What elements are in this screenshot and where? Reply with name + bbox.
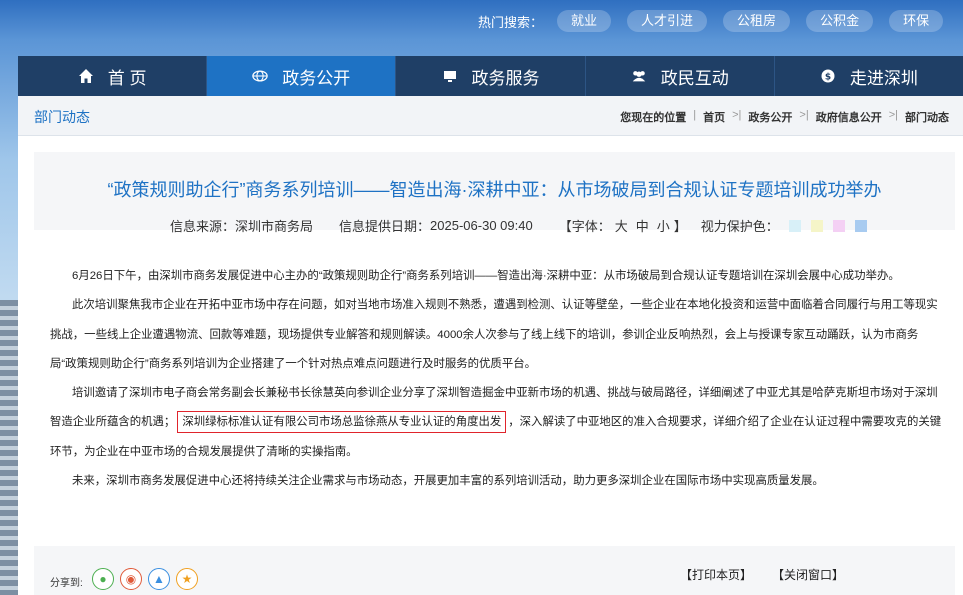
favorite-icon[interactable]: ★ (176, 568, 198, 590)
font-size-large[interactable]: 大 (615, 216, 628, 235)
article-body: 6月26日下午，由深圳市商务发展促进中心主办的“政策规则助企行”商务系列培训——… (50, 262, 942, 496)
source-value: 深圳市商务局 (235, 219, 314, 234)
qq-icon[interactable]: ▲ (148, 568, 170, 590)
weibo-icon[interactable]: ◉ (120, 568, 142, 590)
hot-search-label: 热门搜索： (478, 14, 544, 30)
date-value: 2025-06-30 09:40 (430, 218, 533, 233)
breadcrumb-dept-news[interactable]: 部门动态 (905, 109, 949, 125)
nav-label-gov-service: 政务服务 (471, 68, 540, 88)
breadcrumb-prefix: 您现在的位置 (620, 112, 687, 124)
article-header: “政策规则助企行”商务系列培训——智造出海·深耕中亚：从市场破局到合规认证专题培… (34, 152, 955, 234)
breadcrumb: 您现在的位置 | 首页 >| 政务公开 >| 政府信息公开 >| 部门动态 (620, 109, 949, 125)
print-links: 【打印本页】 【关闭窗口】 (680, 566, 844, 583)
article-container: “政策规则助企行”商务系列培训——智造出海·深耕中亚：从市场破局到合规认证专题培… (18, 136, 963, 595)
paragraph-4: 未来，深圳市商务发展促进中心还将持续关注企业需求与市场动态，开展更加丰富的系列培… (72, 475, 824, 488)
article-footer: 分享到: ● ◉ ▲ ★ 【打印本页】 【关闭窗口】 (34, 546, 955, 595)
info-icon: $ (820, 68, 836, 84)
font-size-small[interactable]: 小 (657, 216, 670, 235)
font-size-label: 【字体： (558, 219, 611, 234)
eye-protect-label: 视力保护色： (700, 219, 779, 234)
source-label: 信息来源： (170, 219, 236, 234)
svg-text:$: $ (825, 73, 831, 83)
highlighted-text: 深圳绿标标准认证有限公司市场总监徐燕从专业认证的角度出发 (177, 411, 507, 434)
section-title: 部门动态 (34, 109, 90, 125)
nav-item-gov-open[interactable]: 政务公开 (207, 56, 397, 96)
breadcrumb-bar: 部门动态 您现在的位置 | 首页 >| 政务公开 >| 政府信息公开 >| 部门… (18, 96, 963, 136)
font-size-close: 】 (673, 219, 687, 234)
eye-color-blue[interactable] (854, 219, 867, 232)
article-title: “政策规则助企行”商务系列培训——智造出海·深耕中亚：从市场破局到合规认证专题培… (107, 180, 882, 200)
decorative-building-left (0, 300, 20, 595)
home-icon (78, 68, 94, 84)
hot-tag-huanbao[interactable]: 环保 (889, 10, 944, 32)
date-label: 信息提供日期： (339, 219, 431, 234)
eye-color-cyan[interactable] (788, 219, 801, 232)
font-size-medium[interactable]: 中 (636, 216, 649, 235)
people-icon (631, 68, 647, 84)
nav-item-gov-service[interactable]: 政务服务 (396, 56, 586, 96)
article-meta: 信息来源： 深圳市商务局 信息提供日期： 2025-06-30 09:40 【字… (170, 216, 867, 235)
close-window-link[interactable]: 【关闭窗口】 (772, 566, 844, 583)
eye-color-yellow[interactable] (810, 219, 823, 232)
nav-label-shenzhen: 走进深圳 (849, 68, 918, 88)
nav-label-interaction: 政民互动 (660, 68, 729, 88)
hot-tag-gongzufang[interactable]: 公租房 (723, 10, 791, 32)
breadcrumb-gov-open[interactable]: 政务公开 (748, 109, 792, 125)
nav-label-home: 首 页 (107, 68, 147, 88)
print-page-link[interactable]: 【打印本页】 (680, 566, 752, 583)
hot-search-bar: 热门搜索： 就业 人才引进 公租房 公积金 环保 (478, 10, 959, 32)
hot-tag-rencai[interactable]: 人才引进 (627, 10, 708, 32)
paragraph-2: 此次培训聚焦我市企业在开拓中亚市场中存在问题，如对当地市场准入规则不熟悉，遭遇到… (50, 299, 938, 370)
hot-tag-jiuye[interactable]: 就业 (557, 10, 612, 32)
eye-color-pink[interactable] (832, 219, 845, 232)
paragraph-3: 培训邀请了深圳市电子商会常务副会长兼秘书长徐慧英向参训企业分享了深圳智造掘金中亚… (50, 379, 942, 467)
share-icons: ● ◉ ▲ ★ (92, 568, 198, 590)
nav-item-home[interactable]: 首 页 (18, 56, 208, 96)
main-nav: 首 页 政务公开 政务服务 政民互动 $ 走进深圳 (18, 56, 963, 96)
nav-item-interaction[interactable]: 政民互动 (586, 56, 775, 96)
paragraph-1: 6月26日下午，由深圳市商务发展促进中心主办的“政策规则助企行”商务系列培训——… (72, 270, 900, 282)
share-label: 分享到: (50, 578, 83, 589)
globe-icon (252, 68, 269, 84)
breadcrumb-home[interactable]: 首页 (703, 109, 725, 125)
nav-label-gov-open: 政务公开 (282, 68, 351, 88)
hot-tag-gongjijin[interactable]: 公积金 (806, 10, 874, 32)
monitor-icon (442, 68, 458, 84)
breadcrumb-gov-info[interactable]: 政府信息公开 (816, 109, 882, 125)
nav-item-shenzhen[interactable]: $ 走进深圳 (775, 56, 963, 96)
wechat-icon[interactable]: ● (92, 568, 114, 590)
